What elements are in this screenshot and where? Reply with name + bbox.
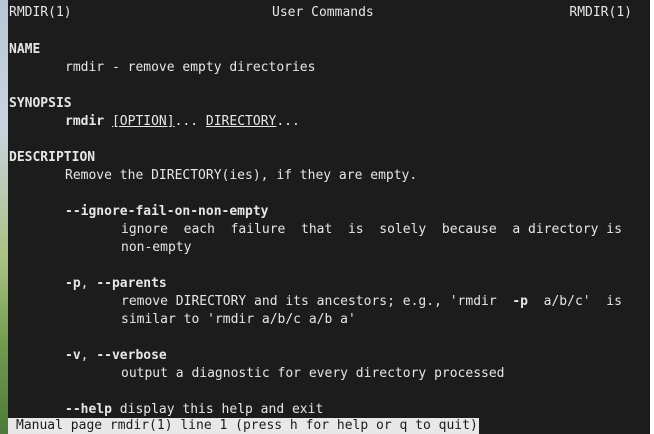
option-ignore-fail-desc-2: non-empty xyxy=(121,240,192,255)
section-heading-synopsis: SYNOPSIS xyxy=(9,96,72,111)
synopsis-ellipsis: ... xyxy=(276,114,300,129)
option-verbose-long: --verbose xyxy=(96,348,167,363)
man-header-center: User Commands xyxy=(272,5,374,20)
option-ignore-fail-desc-1: ignore each failure that is solely becau… xyxy=(121,222,622,237)
section-heading-name: NAME xyxy=(9,42,41,57)
option-parents-flag: -p, --parents xyxy=(65,275,167,293)
synopsis-sep1 xyxy=(104,114,112,129)
option-parents-long: --parents xyxy=(96,276,167,291)
option-parents-desc-1: remove DIRECTORY and its ancestors; e.g.… xyxy=(121,293,622,311)
option-verbose-sep: , xyxy=(80,348,97,363)
synopsis-directory: DIRECTORY xyxy=(205,114,277,129)
synopsis-option: [OPTION] xyxy=(111,114,175,129)
option-help-line: --help display this help and exit xyxy=(65,401,323,419)
option-help-desc: display this help and exit xyxy=(111,402,324,417)
option-verbose-flag: -v, --verbose xyxy=(65,347,167,365)
description-intro: Remove the DIRECTORY(ies), if they are e… xyxy=(65,168,418,183)
terminal-window[interactable]: RMDIR(1) User Commands RMDIR(1) NAME rmd… xyxy=(8,0,650,434)
section-heading-description: DESCRIPTION xyxy=(9,150,96,165)
option-parents-sep: , xyxy=(80,276,97,291)
name-text: rmdir - remove empty directories xyxy=(65,60,316,75)
option-parents-desc-1c: a/b/c' is xyxy=(528,294,622,309)
man-header-left: RMDIR(1) xyxy=(9,5,72,20)
man-header-right: RMDIR(1) xyxy=(569,5,632,20)
pager-status-bar: Manual page rmdir(1) line 1 (press h for… xyxy=(8,418,479,434)
synopsis-line: rmdir [OPTION]... DIRECTORY... xyxy=(65,113,300,131)
option-parents-desc-2: similar to 'rmdir a/b/c a/b a' xyxy=(121,312,356,327)
option-help-flag: --help xyxy=(65,402,112,417)
option-verbose-desc: output a diagnostic for every directory … xyxy=(121,366,505,381)
option-ignore-fail-flag: --ignore-fail-on-non-empty xyxy=(65,204,269,219)
synopsis-sep2: ... xyxy=(174,114,206,129)
option-parents-short: -p xyxy=(65,276,81,291)
desktop-background xyxy=(0,0,8,434)
window-edge xyxy=(650,0,654,434)
option-verbose-short: -v xyxy=(65,348,81,363)
option-parents-desc-1b: -p xyxy=(512,294,528,309)
option-parents-desc-1a: remove DIRECTORY and its ancestors; e.g.… xyxy=(121,294,513,309)
terminal-cursor xyxy=(489,419,490,433)
synopsis-command: rmdir xyxy=(65,114,105,129)
